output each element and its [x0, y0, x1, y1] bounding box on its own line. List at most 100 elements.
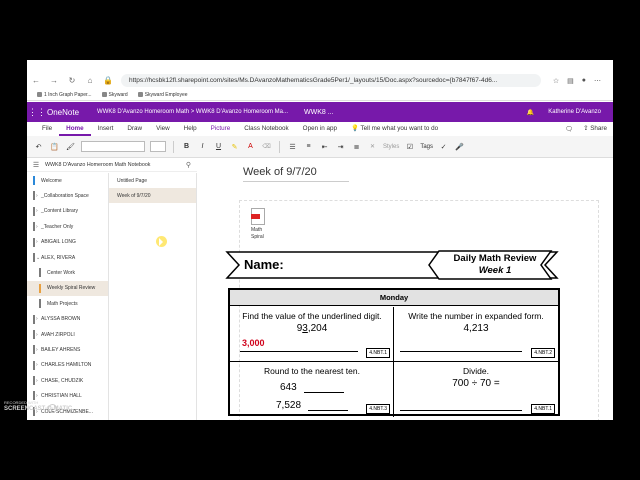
section-item[interactable]: › CHARLES HAMILTON — [27, 358, 108, 373]
italic-icon[interactable]: I — [197, 143, 208, 150]
section-item[interactable]: › _Teacher Only — [27, 219, 108, 234]
page-item[interactable]: Untitled Page — [109, 173, 196, 188]
section-item[interactable]: › CHRISTIAN HALL — [27, 388, 108, 403]
section-item[interactable]: › _Collaboration Space — [27, 188, 108, 203]
comment-icon[interactable]: 🗨 — [565, 125, 573, 133]
numbering-icon[interactable]: ≡ — [303, 143, 314, 150]
section-label: _Teacher Only — [41, 223, 74, 230]
bold-icon[interactable]: B — [181, 143, 192, 150]
clipboard-icon[interactable]: 📋 — [49, 143, 60, 151]
delete-icon[interactable]: ✕ — [367, 143, 378, 150]
highlight-icon[interactable]: ✎ — [229, 143, 240, 151]
page-title[interactable]: Week of 9/7/20 — [243, 166, 349, 182]
section-item[interactable]: Welcome — [27, 173, 108, 188]
profile-avatar[interactable]: ● — [582, 77, 586, 85]
tab-picture[interactable]: Picture — [204, 122, 238, 136]
section-item[interactable]: ⌄ ALEX, RIVERA — [27, 250, 108, 265]
favorite-star-icon[interactable]: ☆ — [553, 77, 559, 85]
banner-title: Daily Math Review — [453, 253, 537, 264]
tell-me-search[interactable]: 💡 Tell me what you want to do — [344, 122, 445, 136]
more-options-icon[interactable]: ⋯ — [594, 77, 601, 85]
tab-draw[interactable]: Draw — [120, 122, 149, 136]
tab-help[interactable]: Help — [177, 122, 204, 136]
section-label: ABIGAIL LONG — [41, 239, 76, 246]
name-label: Name: — [244, 257, 284, 272]
tab-insert[interactable]: Insert — [91, 122, 121, 136]
tab-view[interactable]: View — [149, 122, 177, 136]
section-item[interactable]: › ALYSSA BROWN — [27, 312, 108, 327]
clear-format-icon[interactable]: ⌫ — [261, 143, 272, 150]
section-item[interactable]: Center Work — [27, 265, 108, 280]
section-item[interactable]: › _Content Library — [27, 204, 108, 219]
bookmark-graph-paper[interactable]: 1 Inch Graph Paper... — [37, 92, 92, 98]
underline-icon[interactable]: U — [213, 143, 224, 150]
font-size-select[interactable] — [150, 141, 166, 152]
question-number: 4,213 — [463, 323, 489, 334]
page-item[interactable]: Week of 9/7/20 — [109, 188, 196, 203]
ribbon-tabs: File Home Insert Draw View Help Picture … — [27, 122, 613, 136]
section-item[interactable]: Weekly Spiral Review — [27, 280, 108, 297]
share-button[interactable]: ⇪ Share — [583, 125, 607, 133]
outdent-icon[interactable]: ⇤ — [319, 143, 330, 151]
pdf-file-icon[interactable] — [251, 208, 265, 225]
tab-file[interactable]: File — [35, 122, 59, 136]
search-icon[interactable]: ⚲ — [186, 161, 197, 169]
section-color-bar — [39, 283, 41, 293]
dictate-icon[interactable]: 🎤 — [454, 143, 465, 151]
standard-code: 4.NBT.1 — [366, 348, 390, 358]
section-item[interactable]: › CHASE, CHUDZIK — [27, 373, 108, 388]
chevron-right-icon[interactable]: › — [36, 193, 38, 199]
section-color-bar — [33, 329, 35, 339]
section-item[interactable]: Math Projects — [27, 296, 108, 311]
tags-menu[interactable]: Tags — [420, 144, 433, 150]
indent-icon[interactable]: ⇥ — [335, 143, 346, 151]
align-icon[interactable]: ≣ — [351, 143, 362, 151]
user-name[interactable]: Katherine D'Avanzo — [548, 109, 601, 115]
format-painter-icon[interactable]: 🖌 — [65, 143, 76, 151]
styles-select[interactable]: Styles — [383, 144, 399, 150]
bookmark-skyward[interactable]: Skyward — [101, 92, 128, 98]
spelling-icon[interactable]: ✓ — [438, 143, 449, 151]
tab-class-notebook[interactable]: Class Notebook — [237, 122, 295, 136]
bookmark-skyward-employee[interactable]: Skyward Employee — [137, 92, 188, 98]
bullets-icon[interactable]: ☰ — [287, 143, 298, 151]
tab-home[interactable]: Home — [59, 122, 91, 136]
chevron-right-icon[interactable]: › — [36, 208, 38, 214]
banner-week: Week 1 — [478, 265, 512, 276]
app-launcher-icon[interactable]: ⋮⋮ — [27, 107, 47, 118]
chevron-right-icon[interactable]: › — [36, 347, 38, 353]
bell-icon[interactable]: 🔔 — [527, 109, 534, 116]
section-item[interactable]: › AVAH ZIRPOLI — [27, 327, 108, 342]
chevron-right-icon[interactable]: › — [36, 224, 38, 230]
chevron-right-icon[interactable]: › — [36, 239, 38, 245]
section-item[interactable]: › BAILEY AHRENS — [27, 342, 108, 357]
todo-tag-icon[interactable]: ☑ — [404, 143, 415, 151]
chevron-right-icon[interactable]: › — [36, 378, 38, 384]
home-icon[interactable]: ⌂ — [81, 76, 99, 85]
section-color-bar — [33, 252, 35, 262]
hamburger-icon[interactable]: ☰ — [27, 161, 45, 169]
chevron-right-icon[interactable]: › — [36, 362, 38, 368]
standard-code: 4.NBT.2 — [531, 348, 555, 358]
back-icon[interactable]: ← — [27, 76, 45, 85]
section-item[interactable]: › ABIGAIL LONG — [27, 235, 108, 250]
font-color-icon[interactable]: A — [245, 143, 256, 150]
chevron-down-icon[interactable]: ⌄ — [36, 255, 40, 261]
day-header: Monday — [230, 290, 558, 306]
question-cell-1: Find the value of the underlined digit. … — [230, 307, 394, 362]
chevron-right-icon[interactable]: › — [36, 332, 38, 338]
chevron-right-icon[interactable]: › — [36, 393, 38, 399]
undo-icon[interactable]: ↶ — [33, 143, 44, 151]
font-name-select[interactable] — [81, 141, 145, 152]
forward-icon[interactable]: → — [45, 76, 63, 85]
mouse-cursor — [156, 236, 167, 247]
open-in-app-button[interactable]: Open in app — [296, 122, 344, 136]
notebook-name[interactable]: WWK8 D'Avanzo Homeroom Math Notebook — [45, 162, 150, 168]
chevron-right-icon[interactable]: › — [36, 316, 38, 322]
home-toolbar: ↶ 📋 🖌 B I U ✎ A ⌫ ☰ ≡ ⇤ ⇥ ≣ ✕ Styles ☑ T… — [27, 136, 613, 158]
section-list: Welcome › _Collaboration Space › _Content Li… — [27, 173, 109, 420]
url-field[interactable]: https://hcsbk12fl.sharepoint.com/sites/M… — [121, 74, 541, 87]
collections-icon[interactable]: ▤ — [567, 77, 574, 85]
refresh-icon[interactable]: ↻ — [63, 76, 81, 85]
breadcrumb[interactable]: WWK8 D'Avanzo Homeroom Math > WWK8 D'Ava… — [97, 109, 288, 115]
